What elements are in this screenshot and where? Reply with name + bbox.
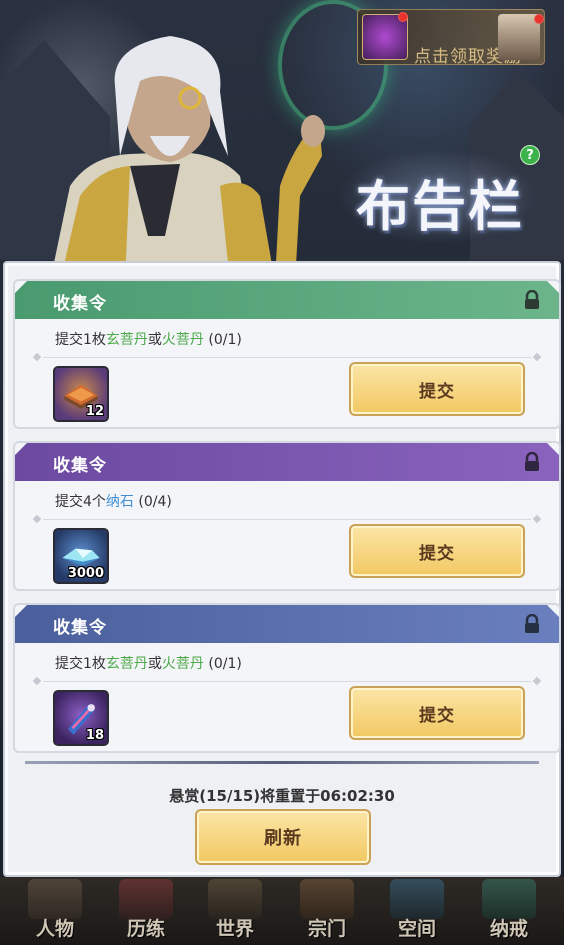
- nav-item-world[interactable]: 世界: [188, 877, 282, 945]
- notification-dot: [398, 12, 408, 22]
- nav-label: 历练: [126, 918, 165, 940]
- nav-label: 空间: [397, 918, 436, 940]
- space-icon: [390, 879, 444, 919]
- divider-ornament: [532, 676, 542, 686]
- lock-icon: [525, 290, 539, 309]
- task-progress: (0/1): [203, 332, 242, 348]
- page-title: 布告栏: [356, 174, 524, 238]
- quest-card: 收集令 提交1枚玄菩丹或火菩丹 (0/1) 18 提交: [15, 605, 559, 751]
- lock-icon: [525, 452, 539, 471]
- panel-divider: [25, 761, 539, 764]
- lock-icon: [525, 614, 539, 633]
- nav-label: 纳戒: [489, 918, 528, 940]
- sect-icon: [300, 879, 354, 919]
- required-item-name: 纳石: [105, 494, 134, 510]
- divider-ornament: [32, 352, 42, 362]
- item-slot[interactable]: 12: [53, 366, 109, 422]
- card-divider: [43, 519, 531, 520]
- divider-ornament: [532, 352, 542, 362]
- divider-ornament: [32, 514, 42, 524]
- divider-ornament: [532, 514, 542, 524]
- notification-dot: [534, 14, 544, 24]
- character-icon: [28, 879, 82, 919]
- item-slot[interactable]: 18: [53, 690, 109, 746]
- refresh-button[interactable]: 刷新: [195, 809, 371, 865]
- quest-card-title: 收集令: [53, 618, 107, 638]
- task-progress: (0/4): [133, 494, 172, 510]
- required-item-name: 火菩丹: [161, 656, 204, 672]
- reward-notice[interactable]: 点击领取奖励: [357, 9, 545, 67]
- item-quantity: 3000: [67, 566, 104, 581]
- submit-button[interactable]: 提交: [349, 362, 525, 416]
- nav-label: 世界: [215, 918, 254, 940]
- world-icon: [208, 879, 262, 919]
- task-prefix: 提交4个: [55, 494, 106, 510]
- nav-item-character[interactable]: 人物: [8, 877, 102, 945]
- required-item-name: 玄菩丹: [105, 332, 148, 348]
- nav-item-space[interactable]: 空间: [370, 877, 464, 945]
- task-description: 提交4个纳石 (0/4): [55, 491, 172, 511]
- divider-ornament: [32, 676, 42, 686]
- nav-label: 人物: [35, 918, 74, 940]
- task-description: 提交1枚玄菩丹或火菩丹 (0/1): [55, 329, 242, 349]
- submit-button[interactable]: 提交: [349, 524, 525, 578]
- nav-item-ring[interactable]: 纳戒: [462, 877, 556, 945]
- task-prefix: 提交1枚: [55, 656, 106, 672]
- title-emblem: 布告栏: [338, 148, 538, 244]
- card-divider: [43, 681, 531, 682]
- task-joiner: 或: [147, 656, 162, 672]
- adventure-icon: [119, 879, 173, 919]
- task-joiner: 或: [147, 332, 162, 348]
- item-quantity: 18: [85, 728, 104, 743]
- sage-character-illustration: [50, 36, 325, 282]
- bottom-nav: 人物 历练 世界 宗门 空间 纳戒: [0, 877, 564, 945]
- bulletin-panel: 收集令 提交1枚玄菩丹或火菩丹 (0/1) 12 提交 收集令 提交4个纳石 (…: [3, 261, 561, 877]
- quest-card: 收集令 提交4个纳石 (0/4) 3000 提交: [15, 443, 559, 589]
- required-item-name: 玄菩丹: [105, 656, 148, 672]
- nav-item-sect[interactable]: 宗门: [280, 877, 374, 945]
- quest-card-header: 收集令: [15, 281, 559, 319]
- quest-card-header: 收集令: [15, 605, 559, 643]
- submit-button[interactable]: 提交: [349, 686, 525, 740]
- item-quantity: 12: [85, 404, 104, 419]
- nav-item-adventure[interactable]: 历练: [99, 877, 193, 945]
- required-item-name: 火菩丹: [161, 332, 204, 348]
- quest-card-header: 收集令: [15, 443, 559, 481]
- ring-icon: [482, 879, 536, 919]
- quest-card-title: 收集令: [53, 456, 107, 476]
- quest-card: 收集令 提交1枚玄菩丹或火菩丹 (0/1) 12 提交: [15, 281, 559, 427]
- nav-label: 宗门: [307, 918, 346, 940]
- reset-status-text: 悬赏(15/15)将重置于06:02:30: [169, 787, 395, 805]
- item-slot[interactable]: 3000: [53, 528, 109, 584]
- task-description: 提交1枚玄菩丹或火菩丹 (0/1): [55, 653, 242, 673]
- card-divider: [43, 357, 531, 358]
- task-prefix: 提交1枚: [55, 332, 106, 348]
- quest-card-title: 收集令: [53, 294, 107, 314]
- help-icon[interactable]: ?: [520, 145, 540, 165]
- task-progress: (0/1): [203, 656, 242, 672]
